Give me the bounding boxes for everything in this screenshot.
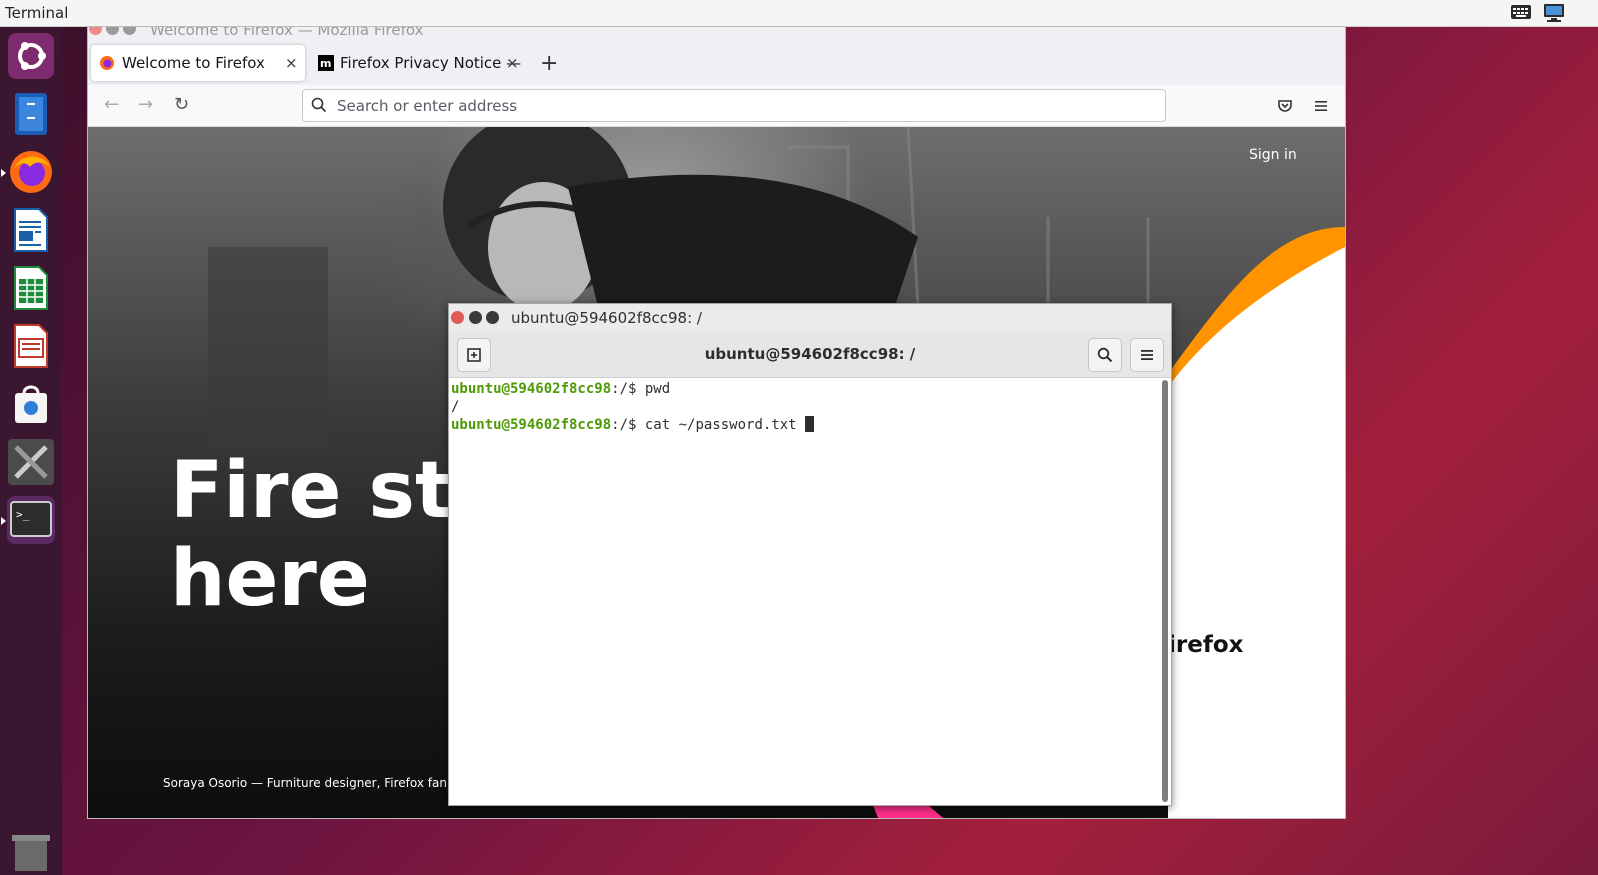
maximize-window-icon[interactable] — [486, 311, 499, 324]
forward-arrow-icon[interactable]: → — [138, 95, 153, 115]
software-store-icon — [15, 385, 47, 423]
terminal-output[interactable]: ubuntu@594602f8cc98:/$ pwd / ubuntu@5946… — [449, 378, 1159, 805]
firefox-window-title: Welcome to Firefox — Mozilla Firefox — [150, 27, 424, 39]
sign-in-link[interactable]: Sign in — [1249, 147, 1297, 163]
tab-label: Welcome to Firefox — [122, 54, 265, 72]
prompt-user-host: ubuntu@594602f8cc98 — [451, 417, 612, 433]
terminal-scrollbar[interactable] — [1162, 380, 1168, 802]
close-window-icon[interactable] — [89, 27, 102, 35]
writer-icon — [14, 208, 48, 252]
minimize-window-icon[interactable] — [469, 311, 482, 324]
file-manager-icon — [15, 93, 47, 135]
back-arrow-icon[interactable]: ← — [104, 95, 119, 115]
prompt-path: :/$ — [611, 417, 645, 433]
dock-ubuntu[interactable] — [7, 32, 55, 80]
svg-text:>_: >_ — [16, 508, 30, 521]
dock-firefox[interactable] — [1, 148, 55, 196]
svg-text:m: m — [320, 57, 331, 70]
tab-privacy-notice[interactable]: m Firefox Privacy Notice — × — [313, 45, 523, 81]
close-window-icon[interactable] — [451, 311, 464, 324]
terminal-titlebar: ubuntu@594602f8cc98: / — [449, 304, 1171, 332]
text-cursor — [805, 416, 815, 432]
minimize-window-icon[interactable] — [106, 27, 119, 35]
new-tab-button[interactable]: + — [540, 51, 558, 76]
command-output: / — [451, 399, 460, 415]
ubuntu-logo-icon — [8, 33, 54, 79]
prompt-user-host: ubuntu@594602f8cc98 — [451, 381, 612, 397]
terminal-header-title: ubuntu@594602f8cc98: / — [704, 345, 916, 363]
url-bar[interactable] — [302, 89, 1166, 122]
terminal-window-title: ubuntu@594602f8cc98: / — [511, 309, 702, 327]
top-panel: Terminal — [0, 0, 1598, 27]
menu-button[interactable] — [1130, 338, 1164, 372]
keyboard-icon[interactable] — [1510, 3, 1534, 22]
dock-settings[interactable] — [7, 438, 55, 486]
prompt-path: :/$ — [611, 381, 645, 397]
firefox-favicon-icon — [100, 56, 114, 70]
terminal-line: ubuntu@594602f8cc98:/$ pwd — [451, 380, 1159, 398]
active-app-name[interactable]: Terminal — [5, 4, 68, 22]
reload-icon[interactable]: ↻ — [174, 95, 189, 115]
tab-label: Firefox Privacy Notice — — [340, 54, 522, 72]
close-tab-icon[interactable]: × — [285, 54, 298, 72]
terminal-icon: >_ — [10, 501, 52, 537]
nav-bar: ← → ↻ — [88, 85, 1345, 127]
firefox-icon — [10, 151, 52, 193]
firefox-side-heading: irefox — [1168, 632, 1244, 658]
dock-software[interactable] — [7, 380, 55, 428]
tab-welcome[interactable]: Welcome to Firefox × — [91, 45, 305, 81]
tab-bar: Welcome to Firefox × m Firefox Privacy N… — [88, 41, 1345, 85]
dock: >_ — [0, 27, 62, 875]
terminal-line: / — [451, 398, 1159, 416]
dock-writer[interactable] — [7, 206, 55, 254]
calc-icon — [14, 266, 48, 310]
dock-files[interactable] — [7, 90, 55, 138]
hamburger-menu-icon[interactable] — [1313, 98, 1329, 114]
photo-caption: Soraya Osorio — Furniture designer, Fire… — [163, 776, 447, 790]
monitor-icon[interactable] — [1542, 3, 1566, 22]
impress-icon — [14, 324, 48, 368]
hamburger-menu-icon — [1141, 350, 1153, 360]
mozilla-favicon-icon: m — [318, 55, 334, 71]
search-icon — [311, 97, 327, 113]
terminal-line: ubuntu@594602f8cc98:/$ cat ~/password.tx… — [451, 416, 1159, 434]
dock-trash[interactable] — [7, 827, 55, 875]
command-text: cat ~/password.txt — [644, 417, 806, 433]
dock-terminal[interactable]: >_ — [1, 496, 55, 544]
pocket-icon[interactable] — [1277, 98, 1293, 114]
dock-impress[interactable] — [7, 322, 55, 370]
search-icon — [1097, 347, 1113, 363]
terminal-window: ubuntu@594602f8cc98: / ubuntu@594602f8cc… — [448, 303, 1172, 806]
maximize-window-icon[interactable] — [123, 27, 136, 35]
search-button[interactable] — [1088, 338, 1122, 372]
command-text: pwd — [644, 381, 671, 397]
close-tab-icon[interactable]: × — [506, 54, 519, 72]
dock-calc[interactable] — [7, 264, 55, 312]
url-input[interactable] — [335, 94, 1139, 118]
trash-icon — [12, 835, 50, 871]
settings-tools-icon — [8, 439, 54, 485]
firefox-titlebar: Welcome to Firefox — Mozilla Firefox — [88, 27, 1345, 41]
terminal-headerbar: ubuntu@594602f8cc98: / — [449, 332, 1171, 378]
